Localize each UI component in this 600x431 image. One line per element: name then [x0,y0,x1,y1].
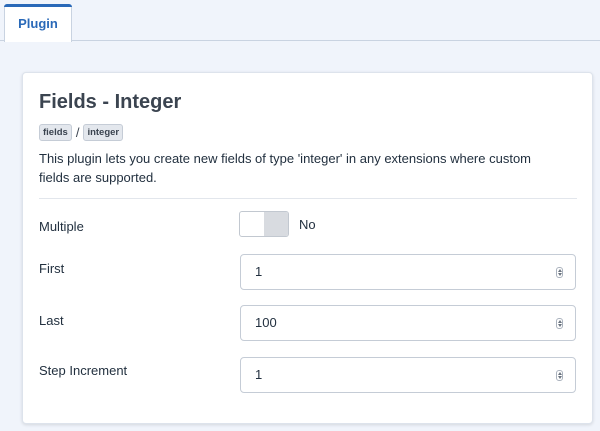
tag-separator: / [75,124,80,140]
page-title: Fields - Integer [39,91,182,113]
last-label: Last [39,313,64,328]
tab-plugin[interactable]: Plugin [4,4,72,42]
spinner-icon[interactable] [556,267,563,278]
multiple-state: No [299,217,316,232]
step-increment-value: 1 [255,367,263,382]
plugin-card: Fields - Integer fields / integer This p… [22,72,593,424]
last-value: 100 [255,315,277,330]
step-increment-label: Step Increment [39,363,128,378]
divider [39,198,577,199]
tag-list: fields / integer [39,123,124,141]
last-input[interactable]: 100 [240,305,576,341]
plugin-description: This plugin lets you create new fields o… [39,151,532,185]
multiple-label: Multiple [39,219,84,234]
toggle-knob [264,212,288,236]
spinner-icon[interactable] [556,318,563,329]
step-increment-input[interactable]: 1 [240,357,576,393]
spinner-icon[interactable] [556,370,563,381]
first-input[interactable]: 1 [240,254,576,290]
tab-bar: Plugin [0,0,600,42]
tag-integer: integer [83,123,124,141]
first-value: 1 [255,264,263,279]
tag-fields: fields [39,123,72,141]
first-label: First [39,261,65,276]
multiple-toggle[interactable] [239,211,289,237]
